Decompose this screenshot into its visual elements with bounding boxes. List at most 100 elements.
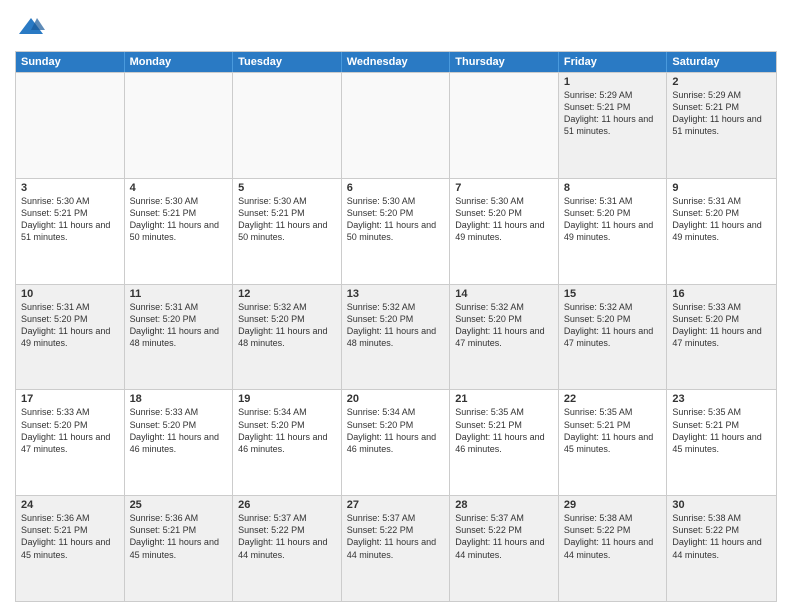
calendar-cell: 7Sunrise: 5:30 AMSunset: 5:20 PMDaylight… — [450, 179, 559, 284]
weekday-header-tuesday: Tuesday — [233, 52, 342, 72]
day-info: Sunrise: 5:38 AMSunset: 5:22 PMDaylight:… — [564, 512, 662, 561]
day-number: 27 — [347, 499, 445, 511]
day-info: Sunrise: 5:34 AMSunset: 5:20 PMDaylight:… — [347, 406, 445, 455]
header — [15, 10, 777, 42]
calendar-cell: 13Sunrise: 5:32 AMSunset: 5:20 PMDayligh… — [342, 285, 451, 390]
calendar-cell — [125, 73, 234, 178]
calendar-cell: 1Sunrise: 5:29 AMSunset: 5:21 PMDaylight… — [559, 73, 668, 178]
day-info: Sunrise: 5:30 AMSunset: 5:20 PMDaylight:… — [347, 195, 445, 244]
weekday-header-sunday: Sunday — [16, 52, 125, 72]
weekday-header-wednesday: Wednesday — [342, 52, 451, 72]
day-number: 22 — [564, 393, 662, 405]
day-number: 20 — [347, 393, 445, 405]
calendar-cell: 9Sunrise: 5:31 AMSunset: 5:20 PMDaylight… — [667, 179, 776, 284]
calendar-cell: 3Sunrise: 5:30 AMSunset: 5:21 PMDaylight… — [16, 179, 125, 284]
day-number: 2 — [672, 76, 771, 88]
day-number: 3 — [21, 182, 119, 194]
day-info: Sunrise: 5:30 AMSunset: 5:21 PMDaylight:… — [21, 195, 119, 244]
day-number: 23 — [672, 393, 771, 405]
calendar-cell — [342, 73, 451, 178]
day-info: Sunrise: 5:37 AMSunset: 5:22 PMDaylight:… — [455, 512, 553, 561]
calendar-cell: 2Sunrise: 5:29 AMSunset: 5:21 PMDaylight… — [667, 73, 776, 178]
day-info: Sunrise: 5:31 AMSunset: 5:20 PMDaylight:… — [130, 301, 228, 350]
day-number: 13 — [347, 288, 445, 300]
calendar-row-1: 1Sunrise: 5:29 AMSunset: 5:21 PMDaylight… — [16, 72, 776, 178]
day-number: 19 — [238, 393, 336, 405]
calendar-cell: 11Sunrise: 5:31 AMSunset: 5:20 PMDayligh… — [125, 285, 234, 390]
day-info: Sunrise: 5:30 AMSunset: 5:20 PMDaylight:… — [455, 195, 553, 244]
calendar-cell — [450, 73, 559, 178]
day-info: Sunrise: 5:33 AMSunset: 5:20 PMDaylight:… — [130, 406, 228, 455]
day-info: Sunrise: 5:35 AMSunset: 5:21 PMDaylight:… — [564, 406, 662, 455]
day-number: 16 — [672, 288, 771, 300]
calendar-cell: 29Sunrise: 5:38 AMSunset: 5:22 PMDayligh… — [559, 496, 668, 601]
calendar-cell: 15Sunrise: 5:32 AMSunset: 5:20 PMDayligh… — [559, 285, 668, 390]
calendar-cell: 30Sunrise: 5:38 AMSunset: 5:22 PMDayligh… — [667, 496, 776, 601]
weekday-header-monday: Monday — [125, 52, 234, 72]
day-info: Sunrise: 5:37 AMSunset: 5:22 PMDaylight:… — [238, 512, 336, 561]
day-number: 9 — [672, 182, 771, 194]
day-number: 18 — [130, 393, 228, 405]
day-number: 17 — [21, 393, 119, 405]
calendar-row-3: 10Sunrise: 5:31 AMSunset: 5:20 PMDayligh… — [16, 284, 776, 390]
day-info: Sunrise: 5:29 AMSunset: 5:21 PMDaylight:… — [564, 89, 662, 138]
calendar-cell: 16Sunrise: 5:33 AMSunset: 5:20 PMDayligh… — [667, 285, 776, 390]
day-info: Sunrise: 5:37 AMSunset: 5:22 PMDaylight:… — [347, 512, 445, 561]
calendar-cell: 28Sunrise: 5:37 AMSunset: 5:22 PMDayligh… — [450, 496, 559, 601]
day-info: Sunrise: 5:31 AMSunset: 5:20 PMDaylight:… — [21, 301, 119, 350]
day-number: 6 — [347, 182, 445, 194]
calendar-cell: 17Sunrise: 5:33 AMSunset: 5:20 PMDayligh… — [16, 390, 125, 495]
logo — [15, 14, 45, 42]
day-number: 25 — [130, 499, 228, 511]
calendar-cell: 21Sunrise: 5:35 AMSunset: 5:21 PMDayligh… — [450, 390, 559, 495]
calendar-cell: 6Sunrise: 5:30 AMSunset: 5:20 PMDaylight… — [342, 179, 451, 284]
day-number: 24 — [21, 499, 119, 511]
calendar-cell: 12Sunrise: 5:32 AMSunset: 5:20 PMDayligh… — [233, 285, 342, 390]
day-number: 26 — [238, 499, 336, 511]
calendar-cell: 22Sunrise: 5:35 AMSunset: 5:21 PMDayligh… — [559, 390, 668, 495]
day-info: Sunrise: 5:38 AMSunset: 5:22 PMDaylight:… — [672, 512, 771, 561]
calendar-cell: 20Sunrise: 5:34 AMSunset: 5:20 PMDayligh… — [342, 390, 451, 495]
day-number: 29 — [564, 499, 662, 511]
calendar-cell: 8Sunrise: 5:31 AMSunset: 5:20 PMDaylight… — [559, 179, 668, 284]
weekday-header-friday: Friday — [559, 52, 668, 72]
day-info: Sunrise: 5:32 AMSunset: 5:20 PMDaylight:… — [347, 301, 445, 350]
calendar-body: 1Sunrise: 5:29 AMSunset: 5:21 PMDaylight… — [16, 72, 776, 601]
calendar-cell: 24Sunrise: 5:36 AMSunset: 5:21 PMDayligh… — [16, 496, 125, 601]
calendar-cell: 14Sunrise: 5:32 AMSunset: 5:20 PMDayligh… — [450, 285, 559, 390]
day-number: 11 — [130, 288, 228, 300]
page: SundayMondayTuesdayWednesdayThursdayFrid… — [0, 0, 792, 612]
day-info: Sunrise: 5:34 AMSunset: 5:20 PMDaylight:… — [238, 406, 336, 455]
day-info: Sunrise: 5:29 AMSunset: 5:21 PMDaylight:… — [672, 89, 771, 138]
day-info: Sunrise: 5:30 AMSunset: 5:21 PMDaylight:… — [238, 195, 336, 244]
calendar-cell: 4Sunrise: 5:30 AMSunset: 5:21 PMDaylight… — [125, 179, 234, 284]
day-info: Sunrise: 5:32 AMSunset: 5:20 PMDaylight:… — [455, 301, 553, 350]
day-info: Sunrise: 5:36 AMSunset: 5:21 PMDaylight:… — [130, 512, 228, 561]
day-info: Sunrise: 5:31 AMSunset: 5:20 PMDaylight:… — [564, 195, 662, 244]
calendar-row-4: 17Sunrise: 5:33 AMSunset: 5:20 PMDayligh… — [16, 389, 776, 495]
weekday-header-saturday: Saturday — [667, 52, 776, 72]
day-number: 1 — [564, 76, 662, 88]
calendar-cell — [233, 73, 342, 178]
day-number: 10 — [21, 288, 119, 300]
day-info: Sunrise: 5:33 AMSunset: 5:20 PMDaylight:… — [21, 406, 119, 455]
calendar-row-2: 3Sunrise: 5:30 AMSunset: 5:21 PMDaylight… — [16, 178, 776, 284]
day-number: 4 — [130, 182, 228, 194]
day-number: 7 — [455, 182, 553, 194]
calendar-cell: 5Sunrise: 5:30 AMSunset: 5:21 PMDaylight… — [233, 179, 342, 284]
day-info: Sunrise: 5:32 AMSunset: 5:20 PMDaylight:… — [238, 301, 336, 350]
logo-icon — [17, 14, 45, 42]
day-number: 5 — [238, 182, 336, 194]
day-number: 30 — [672, 499, 771, 511]
day-info: Sunrise: 5:30 AMSunset: 5:21 PMDaylight:… — [130, 195, 228, 244]
calendar-cell: 18Sunrise: 5:33 AMSunset: 5:20 PMDayligh… — [125, 390, 234, 495]
day-number: 28 — [455, 499, 553, 511]
calendar-header: SundayMondayTuesdayWednesdayThursdayFrid… — [16, 52, 776, 72]
calendar-cell: 23Sunrise: 5:35 AMSunset: 5:21 PMDayligh… — [667, 390, 776, 495]
day-info: Sunrise: 5:32 AMSunset: 5:20 PMDaylight:… — [564, 301, 662, 350]
day-info: Sunrise: 5:33 AMSunset: 5:20 PMDaylight:… — [672, 301, 771, 350]
day-number: 21 — [455, 393, 553, 405]
weekday-header-thursday: Thursday — [450, 52, 559, 72]
calendar-cell: 10Sunrise: 5:31 AMSunset: 5:20 PMDayligh… — [16, 285, 125, 390]
calendar-cell: 26Sunrise: 5:37 AMSunset: 5:22 PMDayligh… — [233, 496, 342, 601]
